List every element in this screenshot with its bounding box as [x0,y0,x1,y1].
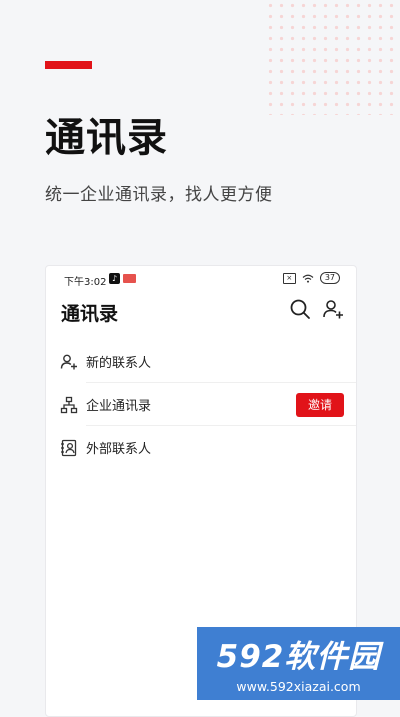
list-item-enterprise-directory[interactable]: 企业通讯录 邀请 [46,383,356,426]
add-contact-icon [60,354,77,369]
list-item-label: 企业通讯录 [86,399,152,414]
external-contact-icon [61,439,77,456]
app-title: 通讯录 [61,303,119,325]
accent-bar [45,61,92,69]
list-item-external-contacts[interactable]: 外部联系人 [46,426,356,469]
sim-icon: × [282,272,296,284]
notification-icon [123,274,136,283]
invite-button[interactable]: 邀请 [296,392,344,417]
search-icon[interactable] [289,298,311,320]
status-bar: 下午3:02 ♪ × 37 [46,266,356,292]
watermark-url: www.592xiazai.com [236,679,361,694]
status-right: × 37 [282,272,340,284]
add-contact-icon[interactable] [322,298,344,320]
battery-indicator: 37 [319,272,340,284]
list-item-label: 外部联系人 [86,442,152,457]
app-header: 通讯录 [46,296,356,330]
dot-pattern [265,0,400,115]
hero-subtitle: 统一企业通讯录，找人更方便 [45,185,273,205]
tiktok-icon: ♪ [109,273,120,284]
list-item-label: 新的联系人 [86,356,152,371]
status-time: 下午3:02 [64,277,107,288]
org-chart-icon [60,396,78,413]
list-item-new-contacts[interactable]: 新的联系人 [46,340,356,383]
wifi-icon [302,274,314,283]
hero-title: 通讯录 [45,115,168,161]
watermark-logo: 592软件园 www.592xiazai.com [197,627,400,700]
watermark-brand: 592软件园 [216,639,381,675]
